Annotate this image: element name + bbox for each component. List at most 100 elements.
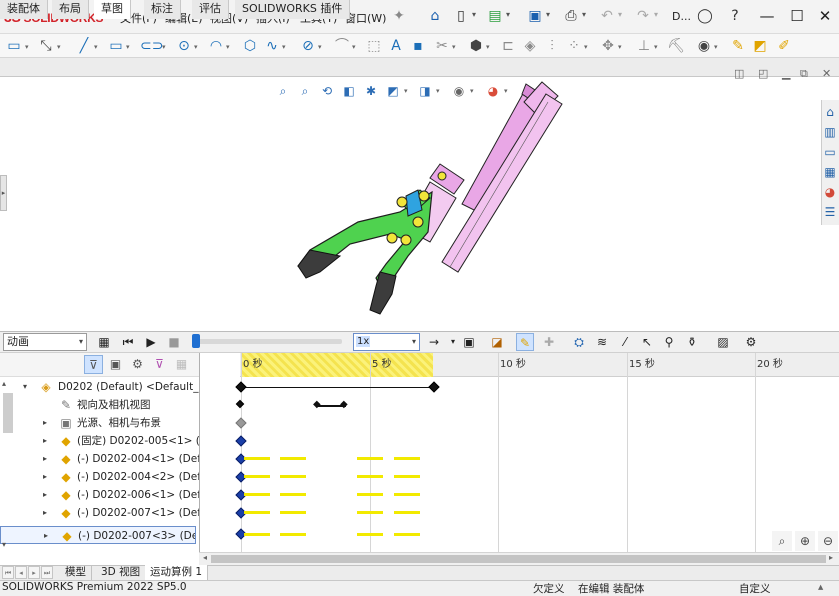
arc-icon[interactable]: ◠	[206, 36, 226, 56]
open-icon[interactable]: ▤	[486, 7, 504, 25]
play-from-start-icon[interactable]: ⏮	[119, 333, 137, 351]
solidworks-resources-icon[interactable]: ⌂	[822, 103, 838, 121]
tree-row[interactable]: ▸ ◆ (-) D0202-004<2> (Defa	[0, 468, 199, 486]
playback-mode-icon[interactable]: →	[425, 333, 443, 351]
chevron-down-icon[interactable]: ▾	[126, 43, 130, 51]
panel-collapse-handle[interactable]: ▸	[0, 175, 7, 211]
chevron-down-icon[interactable]: ▾	[506, 10, 510, 19]
study-type-select[interactable]: 动画 ▾	[3, 333, 87, 351]
scroll-down-icon[interactable]: ▾	[2, 540, 6, 549]
circle-icon[interactable]: ⊙	[174, 36, 194, 56]
window-minimize-icon[interactable]: ▁	[782, 67, 790, 80]
design-library-icon[interactable]: ▥	[822, 123, 838, 141]
chevron-down-icon[interactable]: ▾	[618, 43, 622, 51]
chevron-down-icon[interactable]: ▾	[714, 43, 718, 51]
menu-window[interactable]: 窗口(W)	[345, 10, 386, 26]
view-end-marker[interactable]: ◆	[340, 399, 348, 410]
tree-row[interactable]: ▸ ◆ (固定) D0202-005<1> (D	[0, 432, 199, 450]
chevron-down-icon[interactable]: ▾	[618, 10, 622, 19]
tab-layout[interactable]: 布局	[52, 0, 89, 19]
zoom-out-timeline-icon[interactable]: ⊖	[818, 531, 838, 551]
tab-evaluate[interactable]: 评估	[192, 0, 229, 19]
custom-properties-icon[interactable]: ☰	[822, 203, 838, 221]
plane-icon[interactable]: ⬚	[364, 36, 384, 56]
tab-3d-views[interactable]: 3D 视图	[96, 565, 147, 580]
units-chevron-icon[interactable]: ▴	[818, 581, 823, 593]
tree-row[interactable]: ✎ 视向及相机视图	[0, 396, 199, 414]
chevron-down-icon[interactable]: ▾	[486, 43, 490, 51]
chevron-right-icon[interactable]: ▸	[40, 468, 50, 486]
damper-icon[interactable]: ⁄	[616, 333, 634, 351]
chevron-down-icon[interactable]: ▾	[226, 43, 230, 51]
appearances-icon[interactable]: ◕	[822, 183, 838, 201]
tree-row[interactable]: ▸ ◆ (-) D0202-004<1> (Defa	[0, 450, 199, 468]
timeline-area[interactable]	[199, 353, 839, 552]
window-restore-icon[interactable]: ◫	[734, 67, 744, 80]
chevron-down-icon[interactable]: ▾	[94, 43, 98, 51]
chevron-down-icon[interactable]: ▾	[654, 43, 658, 51]
chevron-down-icon[interactable]: ▾	[584, 43, 588, 51]
save-animation-icon[interactable]: ▣	[460, 333, 478, 351]
status-units[interactable]: 自定义	[739, 581, 771, 596]
view-palette-icon[interactable]: ▦	[822, 163, 838, 181]
redo-icon[interactable]: ↷	[634, 7, 652, 25]
results-plots-icon[interactable]: ▨	[714, 333, 732, 351]
scroll-up-icon[interactable]: ▴	[2, 379, 6, 388]
window-close-icon[interactable]: ✕	[822, 67, 831, 80]
undo-icon[interactable]: ↶	[598, 7, 616, 25]
chevron-right-icon[interactable]: ▸	[41, 527, 51, 543]
tab-motion-study-1[interactable]: 运动算例 1	[145, 565, 209, 580]
minimize-button[interactable]: —	[756, 6, 778, 26]
previous-tab-icon[interactable]: ◂	[15, 566, 27, 579]
chevron-down-icon[interactable]: ▾	[452, 43, 456, 51]
chevron-down-icon[interactable]: ▾	[162, 43, 166, 51]
chevron-down-icon[interactable]: ▾	[20, 378, 30, 396]
user-icon[interactable]: ◯	[696, 7, 714, 25]
tree-row[interactable]: ▸ ▣ 光源、相机与布景	[0, 414, 199, 432]
polygon-icon[interactable]: ⬡	[240, 36, 260, 56]
slot-icon[interactable]: ⊂⊃	[140, 36, 163, 56]
zoom-to-fit-timeline-icon[interactable]: ⌕	[772, 531, 792, 551]
tab-markup[interactable]: 标注	[144, 0, 181, 19]
zoom-in-timeline-icon[interactable]: ⊕	[795, 531, 815, 551]
animation-wizard-icon[interactable]: ◪	[488, 333, 506, 351]
chevron-down-icon[interactable]: ▾	[25, 43, 29, 51]
spline-icon[interactable]: ∿	[262, 36, 282, 56]
playback-slider-track[interactable]	[192, 339, 342, 344]
motor-icon[interactable]: ⛭	[570, 333, 588, 351]
last-tab-icon[interactable]: ⏭	[41, 566, 53, 579]
gravity-icon[interactable]: ⚱	[683, 333, 701, 351]
tree-row[interactable]: ▸ ◆ (-) D0202-007<1> (Defa	[0, 504, 199, 522]
next-tab-icon[interactable]: ▸	[28, 566, 40, 579]
chevron-down-icon[interactable]: ▾	[654, 10, 658, 19]
chevron-down-icon[interactable]: ▾	[318, 43, 322, 51]
chevron-right-icon[interactable]: ▸	[40, 486, 50, 504]
close-button[interactable]: ✕	[814, 6, 836, 26]
help-icon[interactable]: ?	[726, 7, 744, 25]
playback-slider-thumb[interactable]	[192, 334, 200, 348]
tree-row-selected[interactable]: ▸ ◆ (-) D0202-007<3> (Defa	[0, 526, 196, 544]
mirror-entities-icon[interactable]: ⫶	[542, 36, 562, 56]
tree-scrollbar[interactable]	[0, 377, 16, 552]
timeline-horizontal-scrollbar[interactable]	[199, 552, 839, 565]
calculate-icon[interactable]: ▦	[95, 333, 113, 351]
tab-solidworks-addins[interactable]: SOLIDWORKS 插件	[235, 0, 351, 19]
print-icon[interactable]: ⎙	[562, 7, 580, 25]
stop-icon[interactable]: ■	[165, 333, 183, 351]
rapid-sketch-icon[interactable]: ✐	[774, 36, 794, 56]
autokey-icon[interactable]: ✎	[516, 333, 534, 351]
new-document-icon[interactable]: ▯	[452, 7, 470, 25]
home-icon[interactable]: ⌂	[426, 7, 444, 25]
linear-pattern-icon[interactable]: ⁘	[564, 36, 584, 56]
ellipse-icon[interactable]: ⊘	[298, 36, 318, 56]
chevron-down-icon[interactable]: ▾	[352, 43, 356, 51]
cylinder-body[interactable]	[429, 81, 563, 273]
trim-entities-icon[interactable]: ✂	[432, 36, 452, 56]
filter-selected-icon[interactable]: ⊽	[150, 355, 169, 374]
filter-results-icon[interactable]: ▦	[172, 355, 191, 374]
text-icon[interactable]: A	[386, 36, 406, 56]
repair-sketch-icon[interactable]: ⛏	[666, 36, 686, 56]
corner-rectangle-icon[interactable]: ▭	[106, 36, 126, 56]
chevron-down-icon[interactable]: ▾	[57, 43, 61, 51]
chevron-down-icon[interactable]: ▾	[472, 10, 476, 19]
